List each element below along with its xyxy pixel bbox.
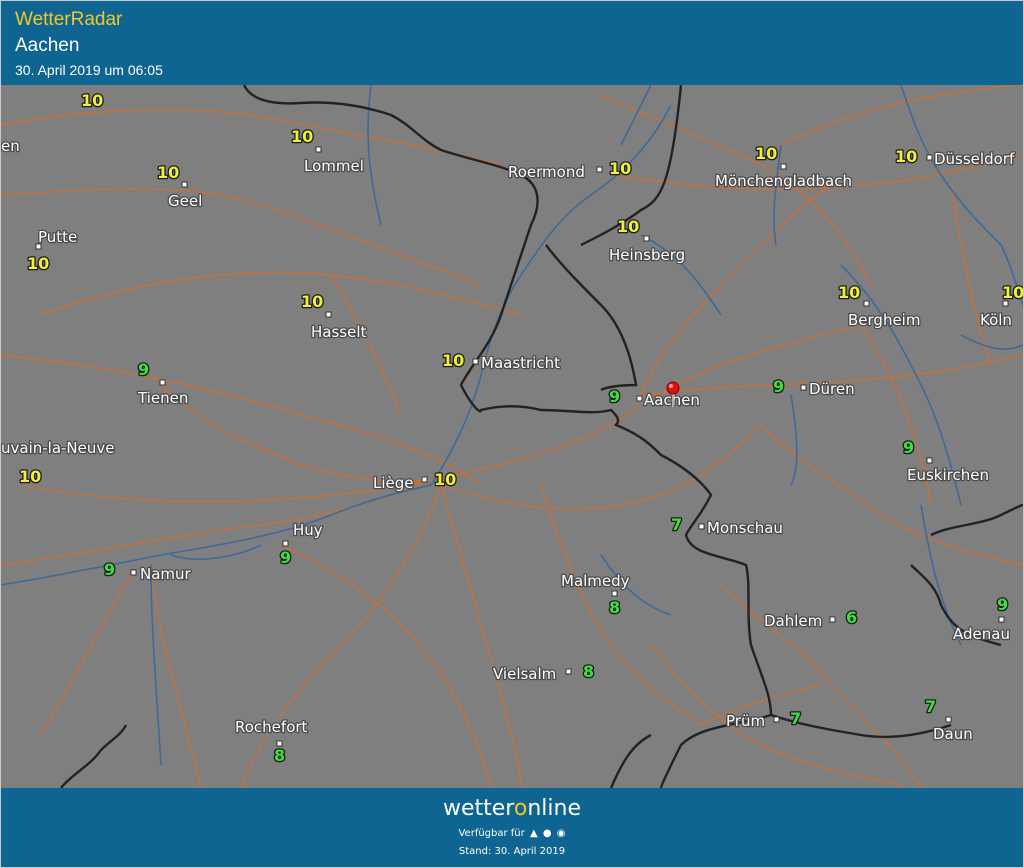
web-icon[interactable]: ◉ <box>557 828 566 839</box>
city-label: Malmedy <box>561 572 630 590</box>
city-label: Dahlem <box>764 612 822 630</box>
city-label: Prüm <box>726 712 765 730</box>
brand-text-o: o <box>513 796 528 821</box>
city-label: Geel <box>168 192 202 210</box>
temperature-value: 10 <box>617 217 639 236</box>
timestamp: 30. April 2019 um 06:05 <box>15 62 163 78</box>
city-label: Namur <box>140 565 192 583</box>
temperature-value: 10 <box>755 144 777 163</box>
temperature-value: 8 <box>609 598 620 617</box>
temperature-value: 10 <box>609 159 631 178</box>
city-label: Euskirchen <box>907 466 989 484</box>
header: WetterRadar Aachen 30. April 2019 um 06:… <box>1 1 1023 85</box>
city-label: Roermond <box>508 163 585 181</box>
river-network <box>1 85 1023 766</box>
temperature-value: 8 <box>583 662 594 681</box>
city-label: Lommel <box>304 157 364 175</box>
city-label: Rochefort <box>235 718 308 736</box>
temperature-value: 10 <box>838 283 860 302</box>
app-frame: WetterRadar Aachen 30. April 2019 um 06:… <box>0 0 1024 868</box>
city-label: Düsseldorf <box>934 150 1015 168</box>
city-label: Bergheim <box>848 311 920 329</box>
city-label: Putte <box>38 228 77 246</box>
city-label: Mönchengladbach <box>715 172 852 190</box>
city-label: Tienen <box>137 389 188 407</box>
temperature-value: 9 <box>138 360 149 379</box>
map-canvas[interactable]: Lommel Geel Putte Hasselt Tienen uvain-l… <box>1 85 1023 788</box>
city-label: Daun <box>933 725 973 743</box>
city-label: Liège <box>373 474 414 492</box>
temperature-value: 9 <box>609 387 620 406</box>
app-title: WetterRadar <box>15 9 123 30</box>
temperature-value: 10 <box>157 163 179 182</box>
city-label: Hasselt <box>311 323 366 341</box>
city-markers <box>35 146 1009 747</box>
temperature-value: 10 <box>301 292 323 311</box>
temperature-value: 9 <box>104 560 115 579</box>
temperature-value: 7 <box>671 515 682 534</box>
temperature-value: 8 <box>274 746 285 765</box>
temperature-value: 10 <box>19 467 41 486</box>
availability-label: Verfügbar für <box>458 828 525 839</box>
temperature-value: 9 <box>997 595 1008 614</box>
android-icon[interactable]: ▲ <box>530 828 538 839</box>
city-label: Köln <box>980 311 1012 329</box>
temperature-value: 10 <box>291 127 313 146</box>
availability-row: Verfügbar für ▲ ● ◉ <box>1 828 1023 839</box>
temperature-value: 10 <box>434 470 456 489</box>
brand-text-prefix: wetter <box>442 796 514 821</box>
temperature-value: 7 <box>790 709 801 728</box>
apple-icon[interactable]: ● <box>543 828 552 839</box>
temperature-value: 7 <box>925 697 936 716</box>
data-status: Stand: 30. April 2019 <box>458 846 566 857</box>
temperature-value: 10 <box>895 147 917 166</box>
temperature-value: 9 <box>280 548 291 567</box>
city-label: en <box>1 137 20 155</box>
city-label: Huy <box>293 521 323 539</box>
temperature-value: 10 <box>81 91 103 110</box>
temperature-value: 10 <box>1002 283 1023 302</box>
city-label: Adenau <box>953 625 1010 643</box>
city-label: Vielsalm <box>493 665 556 683</box>
temperature-value: 10 <box>442 351 464 370</box>
temperature-value: 9 <box>773 377 784 396</box>
city-label: Monschau <box>707 519 783 537</box>
city-label: uvain-la-Neuve <box>1 439 115 457</box>
weather-map[interactable]: Lommel Geel Putte Hasselt Tienen uvain-l… <box>1 85 1023 788</box>
footer: wetteronline Verfügbar für ▲ ● ◉ Stand: … <box>1 788 1023 867</box>
city-label: Maastricht <box>481 354 560 372</box>
city-labels: Lommel Geel Putte Hasselt Tienen uvain-l… <box>1 136 1016 745</box>
temperature-value: 9 <box>903 438 914 457</box>
city-label: Heinsberg <box>609 246 685 264</box>
brand-logo[interactable]: wetteronline <box>1 796 1023 821</box>
temperature-value: 6 <box>846 608 857 627</box>
temperature-value: 10 <box>27 254 49 273</box>
city-label: Düren <box>809 380 855 398</box>
location-title: Aachen <box>15 35 80 56</box>
brand-text-suffix: nline <box>527 796 581 821</box>
